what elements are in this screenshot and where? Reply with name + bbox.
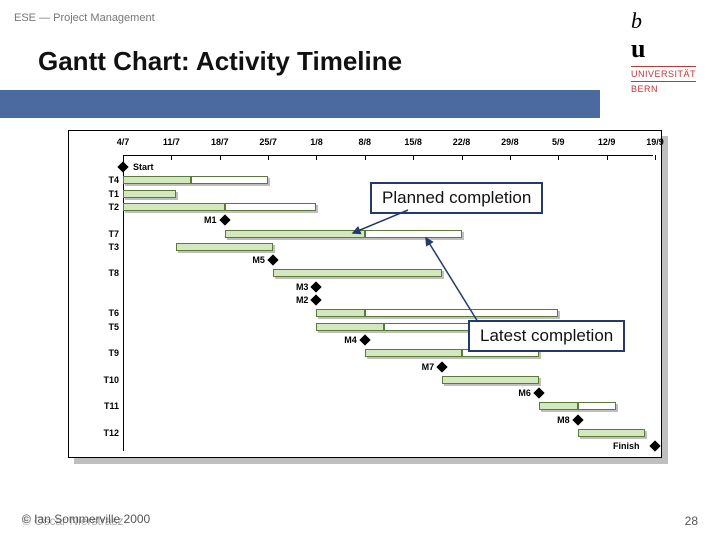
- milestone-label: M2: [280, 295, 308, 305]
- page-number: 28: [685, 514, 698, 528]
- bar-slack: [365, 309, 558, 317]
- gantt-chart: 4/7 11/7 18/7 25/7 1/8 8/8 15/8 22/8 29/8 5/9 12/9…: [68, 130, 662, 458]
- bar-plan: [365, 349, 462, 357]
- tick-label: 15/8: [404, 137, 422, 147]
- bar-slack: [191, 176, 268, 184]
- tick-mark: [607, 155, 608, 160]
- milestone-label: M5: [237, 255, 265, 265]
- tick-mark: [510, 155, 511, 160]
- bar-plan: [225, 230, 365, 238]
- tick-label: 12/9: [598, 137, 616, 147]
- finish-label: Finish: [613, 441, 640, 451]
- bar-plan: [176, 243, 273, 251]
- tick-label: 5/9: [552, 137, 565, 147]
- tick-label: 25/7: [259, 137, 277, 147]
- task-label: T7: [73, 229, 119, 239]
- header: ESE — Project Management Gantt Chart: Ac…: [0, 0, 720, 120]
- milestone-diamond-icon: [219, 215, 230, 226]
- milestone-label: M1: [189, 215, 217, 225]
- task-label: T9: [73, 348, 119, 358]
- bar-plan: [578, 429, 646, 437]
- tick-mark: [171, 155, 172, 160]
- tick-mark: [558, 155, 559, 160]
- task-label: T3: [73, 242, 119, 252]
- tick-mark: [365, 155, 366, 160]
- axis-x: [123, 155, 653, 156]
- page-title: Gantt Chart: Activity Timeline: [38, 46, 402, 77]
- task-label: T11: [73, 401, 119, 411]
- milestone-label: M4: [329, 335, 357, 345]
- task-label: T8: [73, 268, 119, 278]
- milestone-diamond-icon: [267, 254, 278, 265]
- chart-surface: 4/7 11/7 18/7 25/7 1/8 8/8 15/8 22/8 29/8 5/9 12/9…: [68, 130, 662, 458]
- footer-credit: © Ian Sommerville 2000 © Oscar Nierstras…: [22, 512, 150, 528]
- tick-mark: [316, 155, 317, 160]
- milestone-diamond-icon: [359, 334, 370, 345]
- tick-mark: [268, 155, 269, 160]
- axis-y: [123, 155, 124, 451]
- task-label: T5: [73, 322, 119, 332]
- milestone-diamond-icon: [572, 414, 583, 425]
- tick-mark: [220, 155, 221, 160]
- milestone-diamond-icon: [437, 361, 448, 372]
- chart-stage: 4/7 11/7 18/7 25/7 1/8 8/8 15/8 22/8 29/8 5/9 12/9…: [68, 130, 668, 490]
- bar-plan: [316, 309, 364, 317]
- milestone-diamond-icon: [311, 294, 322, 305]
- accent-band: [0, 90, 600, 118]
- university-logo: b u UNIVERSITÄT BERN: [631, 8, 696, 94]
- tick-label: 1/8: [310, 137, 323, 147]
- tick-label: 18/7: [211, 137, 229, 147]
- breadcrumb: ESE — Project Management: [14, 12, 155, 24]
- tick-mark: [462, 155, 463, 160]
- milestone-label: M7: [406, 362, 434, 372]
- callout-latest: Latest completion: [468, 320, 625, 352]
- task-label: T12: [73, 428, 119, 438]
- task-label: T6: [73, 308, 119, 318]
- bar-slack: [365, 230, 462, 238]
- tick-label: 19/9: [646, 137, 664, 147]
- tick-mark: [413, 155, 414, 160]
- milestone-diamond-icon: [311, 281, 322, 292]
- bar-plan: [123, 176, 191, 184]
- tick-label: 4/7: [117, 137, 130, 147]
- tick-label: 22/8: [453, 137, 471, 147]
- callout-planned: Planned completion: [370, 182, 543, 214]
- tick-label: 8/8: [359, 137, 372, 147]
- task-label: T4: [73, 175, 119, 185]
- start-label: Start: [133, 162, 154, 172]
- bar-slack: [225, 203, 317, 211]
- tick-label: 11/7: [163, 137, 180, 147]
- bar-slack: [578, 402, 617, 410]
- task-label: T1: [73, 189, 119, 199]
- milestone-label: M8: [542, 415, 570, 425]
- bar-plan: [316, 323, 384, 331]
- bar-plan: [273, 269, 442, 277]
- tick-mark: [123, 155, 124, 160]
- bar-plan: [123, 190, 176, 198]
- task-label: T2: [73, 202, 119, 212]
- milestone-diamond-icon: [533, 387, 544, 398]
- bar-plan: [442, 376, 539, 384]
- milestone-label: M6: [503, 388, 531, 398]
- bar-plan: [123, 203, 225, 211]
- tick-label: 29/8: [501, 137, 519, 147]
- finish-diamond-icon: [649, 441, 660, 452]
- milestone-label: M3: [280, 282, 308, 292]
- task-label: T10: [73, 375, 119, 385]
- bar-plan: [539, 402, 578, 410]
- start-diamond-icon: [117, 161, 128, 172]
- tick-mark: [655, 155, 656, 160]
